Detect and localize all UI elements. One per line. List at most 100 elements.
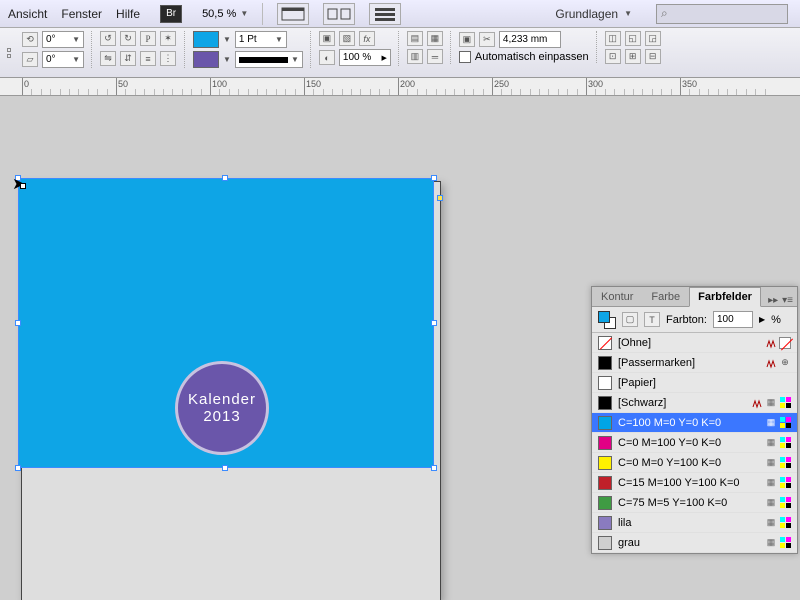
wrap-bound-icon[interactable]: ▦ xyxy=(427,31,443,46)
selection-handle[interactable] xyxy=(431,465,437,471)
selection-handle[interactable] xyxy=(15,320,21,326)
swatch-row[interactable]: [Papier] xyxy=(592,373,797,393)
formatting-text-icon[interactable]: T xyxy=(644,312,660,327)
cmyk-icon xyxy=(779,417,791,429)
fit-value-field[interactable]: 4,233 mm xyxy=(499,31,561,48)
rotate-field[interactable]: 0°▼ xyxy=(42,31,84,48)
wrap-jump-icon[interactable]: ═ xyxy=(427,49,443,64)
search-icon: ⌕ xyxy=(661,6,668,21)
selection-handle[interactable] xyxy=(15,465,21,471)
tab-farbe[interactable]: Farbe xyxy=(642,287,689,306)
stroke-swatch[interactable] xyxy=(193,51,219,68)
selection-handle[interactable] xyxy=(431,320,437,326)
fill-stroke-proxy[interactable] xyxy=(598,311,616,329)
formatting-container-icon[interactable]: ▢ xyxy=(622,312,638,327)
arrange-button[interactable] xyxy=(323,3,355,25)
kalender-badge[interactable]: Kalender 2013 xyxy=(175,361,269,455)
menu-fenster[interactable]: Fenster xyxy=(61,7,102,21)
badge-line-2: 2013 xyxy=(203,408,240,425)
fit-frame-content-icon[interactable]: ⊞ xyxy=(625,49,641,64)
panel-handle-icon[interactable] xyxy=(4,31,14,74)
swatch-row[interactable]: C=0 M=100 Y=0 K=0▦ xyxy=(592,433,797,453)
separator xyxy=(262,3,263,25)
workspace-switcher[interactable]: Grundlagen ▼ xyxy=(555,7,632,21)
bridge-button[interactable]: Br xyxy=(160,5,182,23)
cmyk-icon xyxy=(779,497,791,509)
swatch-row[interactable]: [Ohne] xyxy=(592,333,797,353)
tint-field[interactable]: 100 xyxy=(713,311,753,328)
zoom-value: 50,5 % xyxy=(202,8,236,20)
effects-icon[interactable]: ▣ xyxy=(319,31,335,46)
fit-proportional-icon[interactable]: ◱ xyxy=(625,31,641,46)
wrap-shape-icon[interactable]: ▥ xyxy=(407,49,423,64)
align-icon[interactable]: ≡ xyxy=(140,51,156,66)
cursor-anchor-icon xyxy=(20,183,26,189)
flip-h-icon[interactable]: ⇋ xyxy=(100,51,116,66)
tab-kontur[interactable]: Kontur xyxy=(592,287,642,306)
opacity-field[interactable]: 100 %▶ xyxy=(339,49,391,66)
swatch-row[interactable]: C=15 M=100 Y=100 K=0▦ xyxy=(592,473,797,493)
chevron-down-icon[interactable]: ▼ xyxy=(223,35,231,44)
view-options-button[interactable] xyxy=(369,3,401,25)
color-mode-icon: ▦ xyxy=(765,497,777,509)
auto-fit-checkbox[interactable]: Automatisch einpassen xyxy=(459,51,589,63)
chevron-down-icon[interactable]: ▼ xyxy=(223,55,231,64)
rotate-shear-group: ⟲ 0°▼ ▱ 0°▼ xyxy=(22,31,92,68)
drop-shadow-icon[interactable]: ▧ xyxy=(339,31,355,46)
char-style-icon[interactable]: ✶ xyxy=(160,31,176,46)
rotate-ccw-icon[interactable]: ↺ xyxy=(100,31,116,46)
swatch-row[interactable]: C=100 M=0 Y=0 K=0▦ xyxy=(592,413,797,433)
no-delete-icon xyxy=(751,397,763,409)
center-content-icon[interactable]: ⊡ xyxy=(605,49,621,64)
document-area[interactable]: Kalender 2013 ➤ Kontur Farbe Farbfelder … xyxy=(0,96,800,600)
swatch-name: C=100 M=0 Y=0 K=0 xyxy=(618,417,759,429)
distribute-icon[interactable]: ⋮ xyxy=(160,51,176,66)
auto-fit-label: Automatisch einpassen xyxy=(475,51,589,63)
panel-menu-icon[interactable]: ▾≡ xyxy=(782,295,793,306)
swatch-row[interactable]: lila▦ xyxy=(592,513,797,533)
menu-ansicht[interactable]: Ansicht xyxy=(8,7,47,21)
wrap-none-icon[interactable]: ▤ xyxy=(407,31,423,46)
shear-field[interactable]: 0°▼ xyxy=(42,51,84,68)
tint-slider-icon[interactable]: ▶ xyxy=(759,315,765,324)
fill-swatch[interactable] xyxy=(193,31,219,48)
paragraph-icon[interactable]: P xyxy=(140,31,156,46)
transform-icons-group: ↺ ↻ P ✶ ⇋ ⇵ ≡ ⋮ xyxy=(100,31,185,68)
swatch-name: C=15 M=100 Y=100 K=0 xyxy=(618,477,759,489)
selection-handle[interactable] xyxy=(222,175,228,181)
swatch-chip xyxy=(598,376,612,390)
horizontal-ruler[interactable]: 050100150200250300350 xyxy=(0,78,800,96)
fit-frame-icon[interactable]: ▣ xyxy=(459,32,475,47)
fx-icon[interactable]: fx xyxy=(359,31,375,46)
fit-content-icon[interactable]: ◫ xyxy=(605,31,621,46)
swatch-chip xyxy=(598,536,612,550)
selection-handle[interactable] xyxy=(437,195,443,201)
registration-icon: ⊕ xyxy=(779,357,791,369)
shear-icon: ▱ xyxy=(22,52,38,67)
swatches-toolbar: ▢ T Farbton: 100 ▶ % xyxy=(592,307,797,333)
stroke-weight-field[interactable]: 1 Pt▼ xyxy=(235,31,287,48)
swatch-row[interactable]: C=75 M=5 Y=100 K=0▦ xyxy=(592,493,797,513)
selection-handle[interactable] xyxy=(222,465,228,471)
stroke-style-field[interactable]: ▼ xyxy=(235,51,303,68)
flip-v-icon[interactable]: ⇵ xyxy=(120,51,136,66)
menu-hilfe[interactable]: Hilfe xyxy=(116,7,140,21)
zoom-level[interactable]: 50,5 % ▼ xyxy=(202,8,248,20)
tab-farbfelder[interactable]: Farbfelder xyxy=(689,287,761,307)
selection-handle[interactable] xyxy=(431,175,437,181)
swatches-list[interactable]: [Ohne][Passermarken]⊕[Papier][Schwarz]▦C… xyxy=(592,333,797,553)
rotate-cw-icon[interactable]: ↻ xyxy=(120,31,136,46)
swatch-row[interactable]: C=0 M=0 Y=100 K=0▦ xyxy=(592,453,797,473)
menubar: Ansicht Fenster Hilfe Br 50,5 % ▼ Grundl… xyxy=(0,0,800,28)
color-mode-icon: ▦ xyxy=(765,517,777,529)
crop-icon[interactable]: ✂ xyxy=(479,32,495,47)
swatch-name: C=0 M=0 Y=100 K=0 xyxy=(618,457,759,469)
clear-fit-icon[interactable]: ⊟ xyxy=(645,49,661,64)
screen-mode-button[interactable] xyxy=(277,3,309,25)
swatch-row[interactable]: grau▦ xyxy=(592,533,797,553)
swatch-row[interactable]: [Passermarken]⊕ xyxy=(592,353,797,373)
panel-collapse-icon[interactable]: ▸▸ xyxy=(768,295,778,306)
search-input[interactable]: ⌕ xyxy=(656,4,788,24)
fill-frame-icon[interactable]: ◲ xyxy=(645,31,661,46)
swatch-row[interactable]: [Schwarz]▦ xyxy=(592,393,797,413)
